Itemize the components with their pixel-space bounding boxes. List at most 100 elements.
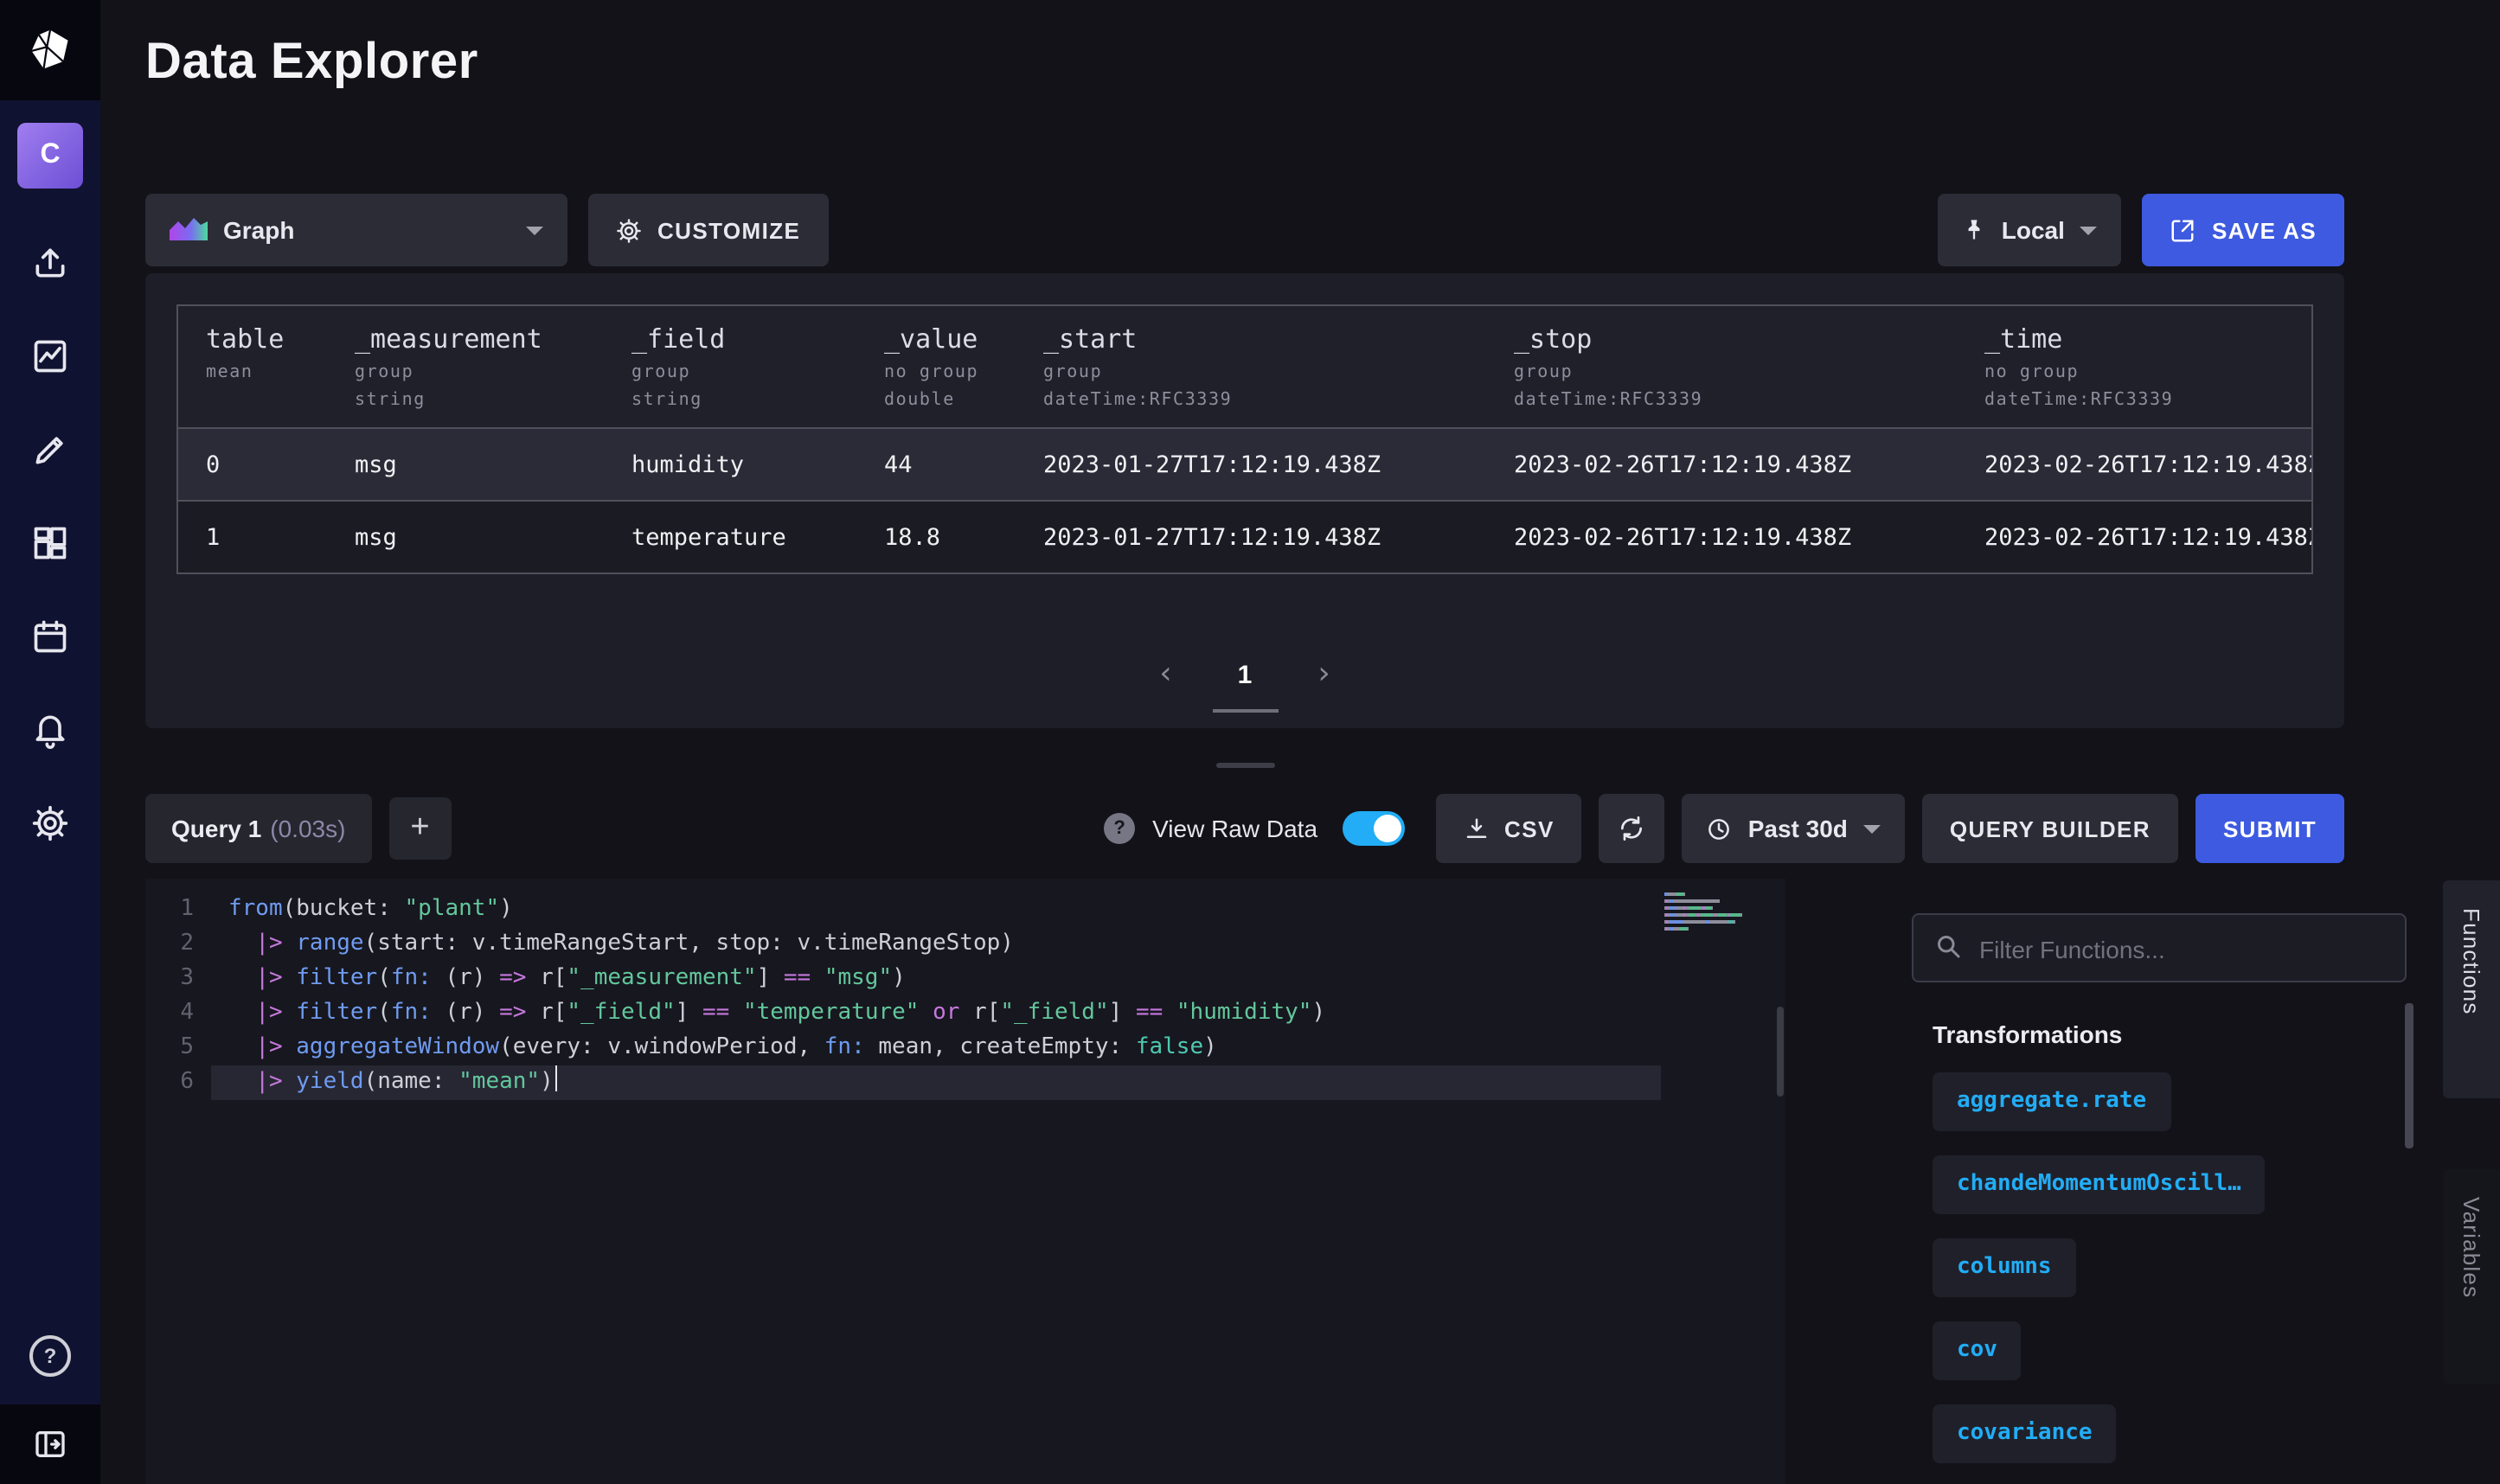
minimap-line bbox=[1664, 906, 1772, 910]
table-cell: 1 bbox=[178, 523, 327, 551]
graph-type-icon bbox=[170, 215, 208, 245]
nav-sidebar: C ? bbox=[0, 0, 100, 1484]
pencil-icon[interactable] bbox=[0, 403, 100, 496]
code-line[interactable]: |> filter(fn: (r) => r["_measurement"] =… bbox=[228, 962, 1647, 996]
table-cell: 2023-02-26T17:12:19.438Z bbox=[1957, 451, 2311, 478]
functions-scrollbar[interactable] bbox=[2405, 1003, 2413, 1148]
pagination: ‹ 1 › bbox=[145, 654, 2344, 695]
dashboards-icon[interactable] bbox=[0, 496, 100, 590]
query-builder-button[interactable]: QUERY BUILDER bbox=[1922, 794, 2178, 863]
pin-icon bbox=[1962, 218, 1986, 242]
submit-button[interactable]: SUBMIT bbox=[2196, 794, 2344, 863]
minimap-line bbox=[1664, 927, 1772, 931]
search-input[interactable] bbox=[1976, 915, 2391, 984]
clock-icon bbox=[1707, 816, 1733, 841]
panel-resize-handle[interactable] bbox=[1215, 763, 1274, 768]
functions-list: aggregate.rate chandeMomentumOscill… colum… bbox=[1933, 1072, 2382, 1484]
query-toolbar: Query 1 (0.03s) + ? View Raw Data CSV bbox=[145, 794, 2344, 863]
text-cursor bbox=[555, 1065, 558, 1091]
column-header[interactable]: tablemean bbox=[178, 306, 327, 427]
raw-data-table-panel: tablemean_measurementgroupstring_fieldgr… bbox=[145, 273, 2344, 728]
expand-panel-icon[interactable] bbox=[0, 1404, 100, 1484]
time-range-dropdown[interactable]: Past 30d bbox=[1683, 794, 1905, 863]
scope-dropdown[interactable]: Local bbox=[1938, 194, 2122, 266]
function-pill[interactable]: aggregate.rate bbox=[1933, 1072, 2170, 1131]
column-header[interactable]: _measurementgroupstring bbox=[327, 306, 604, 427]
filter-functions-search[interactable] bbox=[1912, 913, 2407, 982]
column-header[interactable]: _valueno groupdouble bbox=[856, 306, 1016, 427]
column-header[interactable]: _timeno groupdateTime:RFC3339 bbox=[1957, 306, 2311, 427]
function-pill[interactable]: chandeMomentumOscill… bbox=[1933, 1155, 2266, 1214]
function-pill[interactable]: covariance bbox=[1933, 1404, 2117, 1463]
editor-minimap[interactable] bbox=[1664, 892, 1772, 934]
side-tab-variables[interactable]: Variables bbox=[2443, 1169, 2500, 1384]
side-tab-functions[interactable]: Functions bbox=[2443, 880, 2500, 1098]
table-cell: temperature bbox=[604, 523, 856, 551]
customize-label: CUSTOMIZE bbox=[657, 217, 800, 243]
functions-section-title: Transformations bbox=[1933, 1020, 2122, 1048]
add-query-button[interactable]: + bbox=[388, 797, 451, 860]
table-cell: 2023-01-27T17:12:19.438Z bbox=[1016, 451, 1486, 478]
view-raw-data-label: View Raw Data bbox=[1152, 815, 1317, 842]
table-row[interactable]: 0msghumidity442023-01-27T17:12:19.438Z20… bbox=[178, 429, 2311, 500]
line-number-gutter: 123456 bbox=[145, 892, 211, 1100]
function-pill[interactable]: cov bbox=[1933, 1321, 2022, 1380]
code-line[interactable]: |> range(start: v.timeRangeStart, stop: … bbox=[228, 927, 1647, 962]
line-number: 2 bbox=[145, 927, 211, 962]
column-header[interactable]: _startgroupdateTime:RFC3339 bbox=[1016, 306, 1486, 427]
user-avatar[interactable]: C bbox=[17, 123, 83, 189]
influxdb-logo[interactable] bbox=[0, 0, 100, 100]
code-line[interactable]: |> filter(fn: (r) => r["_field"] == "tem… bbox=[228, 996, 1647, 1031]
gear-icon[interactable] bbox=[0, 777, 100, 870]
editor-scrollbar[interactable] bbox=[1777, 1007, 1784, 1097]
function-pill[interactable]: columns bbox=[1933, 1238, 2076, 1297]
minimap-line bbox=[1664, 892, 1772, 896]
customize-button[interactable]: CUSTOMIZE bbox=[588, 194, 828, 266]
line-number: 3 bbox=[145, 962, 211, 996]
table-cell: 44 bbox=[856, 451, 1016, 478]
next-page-button[interactable]: › bbox=[1317, 659, 1330, 690]
view-raw-data-toggle[interactable] bbox=[1342, 811, 1404, 846]
code-area[interactable]: from(bucket: "plant") |> range(start: v.… bbox=[228, 892, 1647, 1100]
view-type-label: Graph bbox=[223, 216, 294, 244]
page-title: Data Explorer bbox=[145, 35, 478, 92]
functions-panel: Transformations aggregate.rate chandeMome… bbox=[1898, 879, 2417, 1484]
csv-button[interactable]: CSV bbox=[1435, 794, 1582, 863]
export-icon bbox=[2170, 217, 2196, 243]
minimap-line bbox=[1664, 899, 1772, 903]
graph-icon[interactable] bbox=[0, 310, 100, 403]
table-cell: 2023-02-26T17:12:19.438Z bbox=[1486, 523, 1957, 551]
view-type-dropdown[interactable]: Graph bbox=[145, 194, 567, 266]
download-icon bbox=[1463, 816, 1489, 841]
query-builder-label: QUERY BUILDER bbox=[1950, 816, 2151, 841]
column-header[interactable]: _stopgroupdateTime:RFC3339 bbox=[1486, 306, 1957, 427]
current-page: 1 bbox=[1238, 660, 1253, 689]
column-header[interactable]: _fieldgroupstring bbox=[604, 306, 856, 427]
bell-icon[interactable] bbox=[0, 683, 100, 777]
line-number: 1 bbox=[145, 892, 211, 927]
help-icon[interactable]: ? bbox=[0, 1308, 100, 1404]
panel-resize-row bbox=[145, 763, 2344, 768]
table-cell: 2023-01-27T17:12:19.438Z bbox=[1016, 523, 1486, 551]
code-line[interactable]: |> yield(name: "mean") bbox=[228, 1065, 1647, 1100]
code-line[interactable]: |> aggregateWindow(every: v.windowPeriod… bbox=[228, 1031, 1647, 1065]
prev-page-button[interactable]: ‹ bbox=[1159, 659, 1171, 690]
flux-query-editor[interactable]: 123456 from(bucket: "plant") |> range(st… bbox=[145, 879, 1785, 1484]
calendar-icon[interactable] bbox=[0, 590, 100, 683]
save-as-button[interactable]: SAVE AS bbox=[2143, 194, 2344, 266]
submit-label: SUBMIT bbox=[2223, 816, 2317, 841]
table-cell: msg bbox=[327, 523, 604, 551]
help-icon[interactable]: ? bbox=[1104, 813, 1135, 844]
refresh-button[interactable] bbox=[1599, 794, 1665, 863]
table-row[interactable]: 1msgtemperature18.82023-01-27T17:12:19.4… bbox=[178, 500, 2311, 572]
current-page-underline bbox=[1212, 709, 1278, 713]
search-icon bbox=[1933, 931, 1964, 962]
scope-label: Local bbox=[2002, 216, 2065, 244]
upload-icon[interactable] bbox=[0, 216, 100, 310]
query-tab[interactable]: Query 1 (0.03s) bbox=[145, 794, 371, 863]
save-as-label: SAVE AS bbox=[2212, 217, 2317, 243]
table-cell: 2023-02-26T17:12:19.438Z bbox=[1957, 523, 2311, 551]
code-line[interactable]: from(bucket: "plant") bbox=[228, 892, 1647, 927]
table-cell: humidity bbox=[604, 451, 856, 478]
query-duration: (0.03s) bbox=[270, 815, 345, 842]
